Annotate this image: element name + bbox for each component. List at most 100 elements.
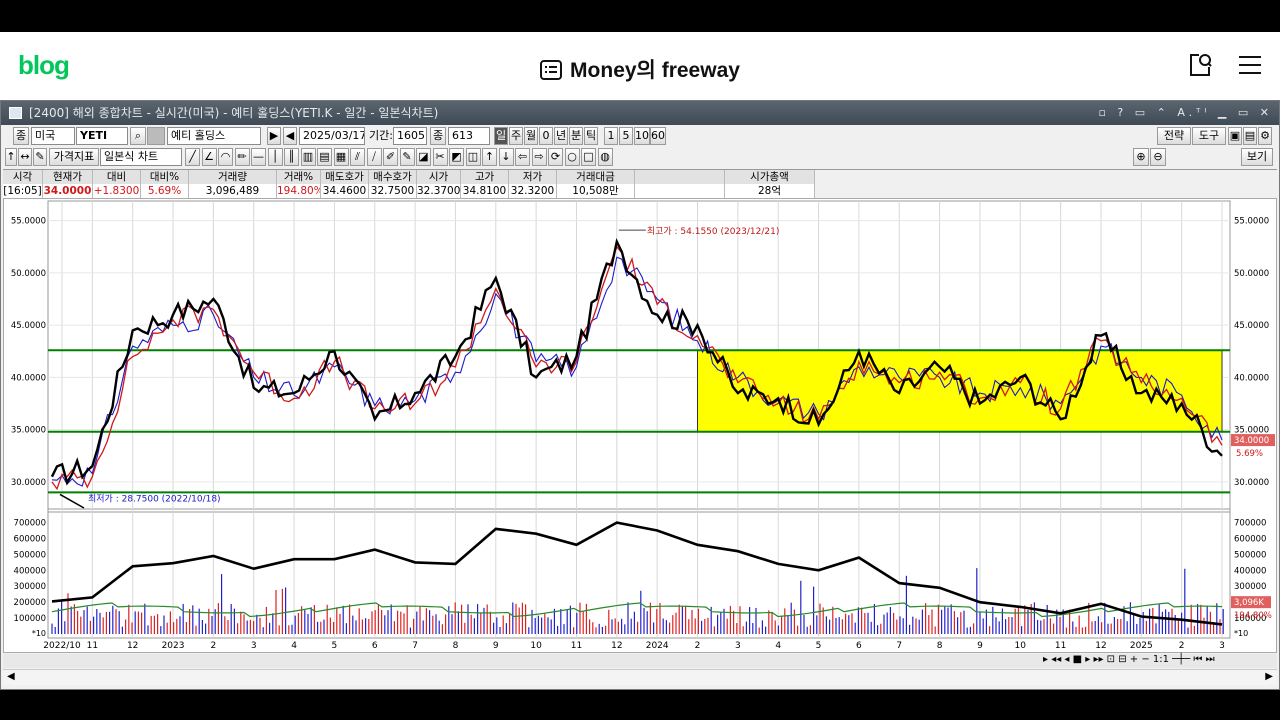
x-tick-label: 6 (372, 641, 378, 651)
quote-header: 대비% (141, 170, 189, 184)
window-icon (9, 107, 22, 119)
draw-tool-icon[interactable]: ⇨ (531, 148, 547, 166)
flag-icon[interactable] (147, 127, 165, 145)
interval-10[interactable]: 10 (634, 127, 650, 145)
share-icon[interactable] (1187, 52, 1213, 82)
high-annotation: 최고가 : 54.1550 (2023/12/21) (647, 226, 780, 237)
ticker-input[interactable]: YETI (76, 127, 128, 145)
chart-area[interactable]: 2022/10 11 12 2023 2 3 4 5 6 7 8 9 10 11 12 2024 2 3 4 5 6 7 8… (3, 198, 1277, 653)
prev-icon[interactable]: ◀ (283, 127, 297, 145)
volume-tick-label-left: 400000 (14, 566, 46, 576)
quote-value: +1.8300 (93, 184, 141, 198)
draw-tool-icon[interactable]: ✏ (234, 148, 250, 166)
interval-minute[interactable]: 분 (569, 127, 583, 145)
draw-tool-icon[interactable]: ↑ (482, 148, 497, 166)
quote-value: 34.8100 (461, 184, 509, 198)
period-label: 기간: (369, 129, 393, 142)
arrow-lr-icon[interactable]: ↔ (18, 148, 32, 166)
y-tick-label-left: 45.0000 (11, 321, 46, 331)
quote-header: 거래량 (189, 170, 277, 184)
draw-tool-icon[interactable]: ✂ (432, 148, 448, 166)
indicator-button[interactable]: 가격지표 (49, 148, 99, 166)
interval-60[interactable]: 60 (650, 127, 666, 145)
draw-tool-icon[interactable]: ║ (284, 148, 299, 166)
settings-icon[interactable]: ⚙ (1258, 127, 1272, 145)
blog-title[interactable]: Money의 freeway (0, 54, 1280, 84)
x-tick-label: 10 (530, 641, 542, 651)
x-tick-label: 4 (775, 641, 781, 651)
toolbar-drawing: ↑ ↔ ✎ 가격지표 일본식 차트 ╱ ∠ ◠ ✏ — │ ║ ▥ ▤ ▦ ⫽ ⧸ ✐ ✎ ◪ ✂ ◩ ◫ ↑ ↓ ⇦ ⇨… (3, 147, 1277, 167)
interval-year[interactable]: 년 (554, 127, 568, 145)
search-icon[interactable]: ⌕ (130, 127, 146, 145)
tools-button[interactable]: 도구 (1192, 127, 1226, 145)
x-tick-label: 3 (735, 641, 741, 651)
draw-tool-icon[interactable]: — (251, 148, 266, 166)
count-button[interactable]: 종 (430, 127, 446, 145)
draw-tool-icon[interactable]: ∠ (201, 148, 217, 166)
nav-controls[interactable]: ▸ ◂◂ ◂ ■ ▸ ▸▸ ⊡ ⊟ + − 1:1 ─┼─ ⏮ ⏭ (1043, 654, 1215, 665)
interval-week[interactable]: 주 (509, 127, 523, 145)
draw-tool-icon[interactable]: ⟳ (548, 148, 563, 166)
type-button[interactable]: 종 (13, 127, 29, 145)
draw-tool-icon[interactable]: ╱ (185, 148, 200, 166)
save-icon[interactable]: ▣ (1228, 127, 1242, 145)
draw-tool-icon[interactable]: ✎ (399, 148, 415, 166)
volume-tick-label-left: 200000 (14, 598, 46, 608)
view-button[interactable]: 보기 (1241, 148, 1273, 166)
window-controls[interactable]: ▫ ? ▭ ⌃ A.ᵀᴵ ▁ ▭ ✕ (1098, 101, 1273, 125)
quote-value: 5.69% (141, 184, 189, 198)
price-volume-chart[interactable]: 2022/10 11 12 2023 2 3 4 5 6 7 8 9 10 11 12 2024 2 3 4 5 6 7 8… (4, 199, 1276, 652)
quote-header: 저가 (509, 170, 557, 184)
draw-tool-icon[interactable]: ◠ (218, 148, 233, 166)
draw-tool-icon[interactable]: ◫ (465, 148, 481, 166)
quote-value: 32.3200 (509, 184, 557, 198)
draw-tool-icon[interactable]: ◪ (416, 148, 431, 166)
draw-tool-icon[interactable]: ▤ (317, 148, 332, 166)
draw-tool-icon[interactable]: ◩ (449, 148, 464, 166)
draw-tool-icon[interactable]: │ (267, 148, 283, 166)
interval-q[interactable]: 0 (539, 127, 553, 145)
draw-tool-icon[interactable]: ⧸ (366, 148, 382, 166)
arrow-up-icon[interactable]: ↑ (5, 148, 17, 166)
draw-tool-icon[interactable]: ▥ (300, 148, 316, 166)
interval-1[interactable]: 1 (604, 127, 618, 145)
zoom-out-icon[interactable]: ⊖ (1150, 148, 1166, 166)
chart-type-select[interactable]: 일본식 차트 (100, 148, 182, 166)
draw-tool-icon[interactable]: □ (581, 148, 596, 166)
y-tick-label-left: 35.0000 (11, 426, 46, 436)
toolbar-main: 종 미국 YETI ⌕ 예티 홀딩스 ▶ ◀ 2025/03/17 기간: 16… (3, 126, 1277, 146)
scroll-left-icon[interactable]: ◀ (7, 671, 15, 682)
quote-value: 34.0000 (43, 184, 93, 198)
draw-tool-icon[interactable]: ⫽ (350, 148, 365, 166)
period-input[interactable]: 1605 (393, 127, 427, 145)
draw-tool-icon[interactable]: ○ (564, 148, 580, 166)
draw-tool-icon[interactable]: ◍ (597, 148, 613, 166)
low-pointer (59, 493, 85, 509)
count-input[interactable]: 613 (448, 127, 490, 145)
quote-value: 3,096,489 (189, 184, 277, 198)
interval-month[interactable]: 월 (524, 127, 538, 145)
zoom-in-icon[interactable]: ⊕ (1133, 148, 1149, 166)
x-tick-label: 2025 (1130, 641, 1153, 651)
market-select[interactable]: 미국 (31, 127, 75, 145)
interval-tick[interactable]: 틱 (584, 127, 598, 145)
draw-tool-icon[interactable]: ⇦ (515, 148, 530, 166)
draw-tool-icon[interactable]: ✐ (383, 148, 398, 166)
quote-value: 32.3700 (417, 184, 461, 198)
play-icon[interactable]: ▶ (267, 127, 281, 145)
x-tick-label: 2 (1179, 641, 1185, 651)
draw-tool-icon[interactable]: ↓ (498, 148, 514, 166)
x-tick-label: 2 (211, 641, 217, 651)
date-input[interactable]: 2025/03/17 (299, 127, 365, 145)
quote-value: 32.7500 (369, 184, 417, 198)
draw-tool-icon[interactable]: ▦ (333, 148, 349, 166)
menu-icon[interactable] (1238, 54, 1262, 80)
horizontal-scrollbar[interactable]: ◀ ▶ (3, 669, 1277, 685)
x-tick-label: 5 (332, 641, 338, 651)
scroll-right-icon[interactable]: ▶ (1265, 671, 1273, 682)
interval-5[interactable]: 5 (619, 127, 633, 145)
strategy-button[interactable]: 전략 (1157, 127, 1191, 145)
edit-icon[interactable]: ✎ (33, 148, 47, 166)
print-icon[interactable]: ▤ (1243, 127, 1257, 145)
interval-day[interactable]: 일 (494, 127, 508, 145)
